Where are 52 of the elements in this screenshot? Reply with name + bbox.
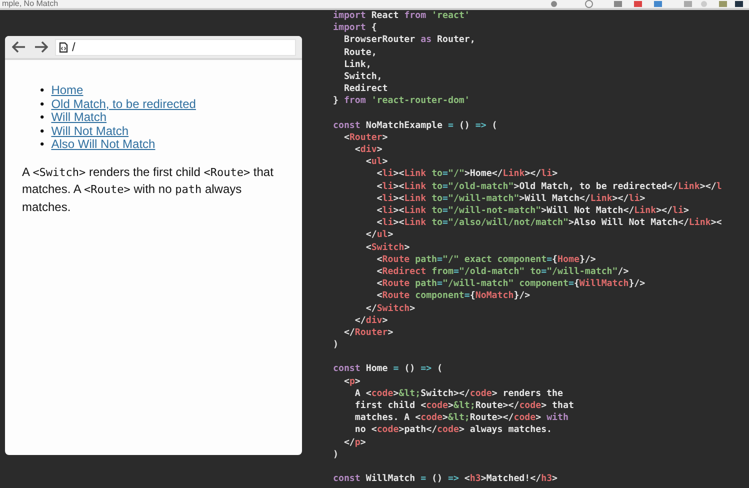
code-line: <div> [354, 144, 384, 156]
code-line: const WillMatch = () => <h3>Matched!</h3> [333, 473, 559, 486]
code-line: A <code>&lt;Switch></code> renders the [354, 388, 564, 400]
nav-link[interactable]: Home [51, 84, 84, 98]
code-line: </div> [354, 314, 389, 327]
code-line: const Home = () => ( [333, 363, 444, 376]
code-line: <Route path="/" exact component={Home}/> [376, 254, 597, 266]
bullet-marker: • [40, 138, 44, 152]
code-line: </ul> [364, 229, 394, 242]
code-line: </p> [342, 436, 367, 449]
code-line: </Switch> [364, 302, 416, 315]
code-line: <li><Link to="/will-match">Will Match</Link></li> [376, 192, 646, 205]
forward-button[interactable] [33, 39, 49, 55]
code-line: } from 'react-router-dom' [333, 95, 471, 108]
bullet-marker: • [40, 111, 44, 125]
code-line: import React from 'react' [333, 10, 471, 22]
nav-link[interactable]: Also Will Not Match [51, 138, 156, 152]
page-icon [59, 42, 68, 52]
code-line: <li><Link to="/old-match">Old Match, to be redirected</Link></l [376, 180, 722, 193]
code-line: no <code>path</code> always matches. [354, 424, 554, 437]
code-line: matches. A <code>&lt;Route></code> with [354, 412, 570, 424]
code-line: BrowserRouter as Router, [342, 34, 476, 47]
code-line: Redirect [342, 83, 389, 96]
code-line: const NoMatchExample = () => ( [333, 120, 498, 132]
code-line: <li><Link to="/also/will/not/match">Also Will Not Match</Link>< [376, 217, 722, 230]
code-line: <Route component={NoMatch}/> [376, 290, 532, 302]
code-line: Route, [342, 46, 378, 59]
code-line: </Router> [342, 326, 394, 340]
code-line: <Switch> [364, 242, 411, 254]
code-line: ) [333, 448, 340, 461]
code-line: <Route path="/will-match" component={WillMatch}/> [376, 278, 646, 290]
code-line: Switch, [342, 70, 384, 84]
bullet-marker: • [40, 124, 44, 138]
code-line: first child <code>&lt;Route></code> that [354, 400, 575, 412]
code-line: <Redirect from="/old-match" to="/will-match"/> [376, 266, 630, 278]
bullet-marker: • [40, 84, 44, 98]
code-line: <p> [342, 376, 362, 388]
code-line: <Router> [342, 132, 389, 144]
description-text: A <Switch> renders the first child <Route> that matches. A <Route> with no path always matches. [22, 164, 274, 216]
back-button[interactable] [11, 39, 27, 55]
nav-link[interactable]: Will Match [51, 111, 107, 125]
code-line: ) [333, 339, 340, 352]
code-line: <li><Link to="/">Home</Link></li> [376, 168, 559, 181]
nav-link[interactable]: Old Match, to be redirected [51, 98, 196, 112]
bullet-marker: • [40, 98, 44, 112]
code-line: import { [333, 22, 378, 34]
tab-title[interactable]: mple, No Match [2, 0, 58, 8]
nav-link[interactable]: Will Not Match [51, 124, 129, 138]
code-line: Link, [342, 58, 372, 71]
code-line: <li><Link to="/will-not-match">Will Not Match</Link></li> [376, 205, 690, 218]
address-field[interactable]: / [55, 38, 296, 56]
code-line: <ul> [364, 156, 389, 168]
